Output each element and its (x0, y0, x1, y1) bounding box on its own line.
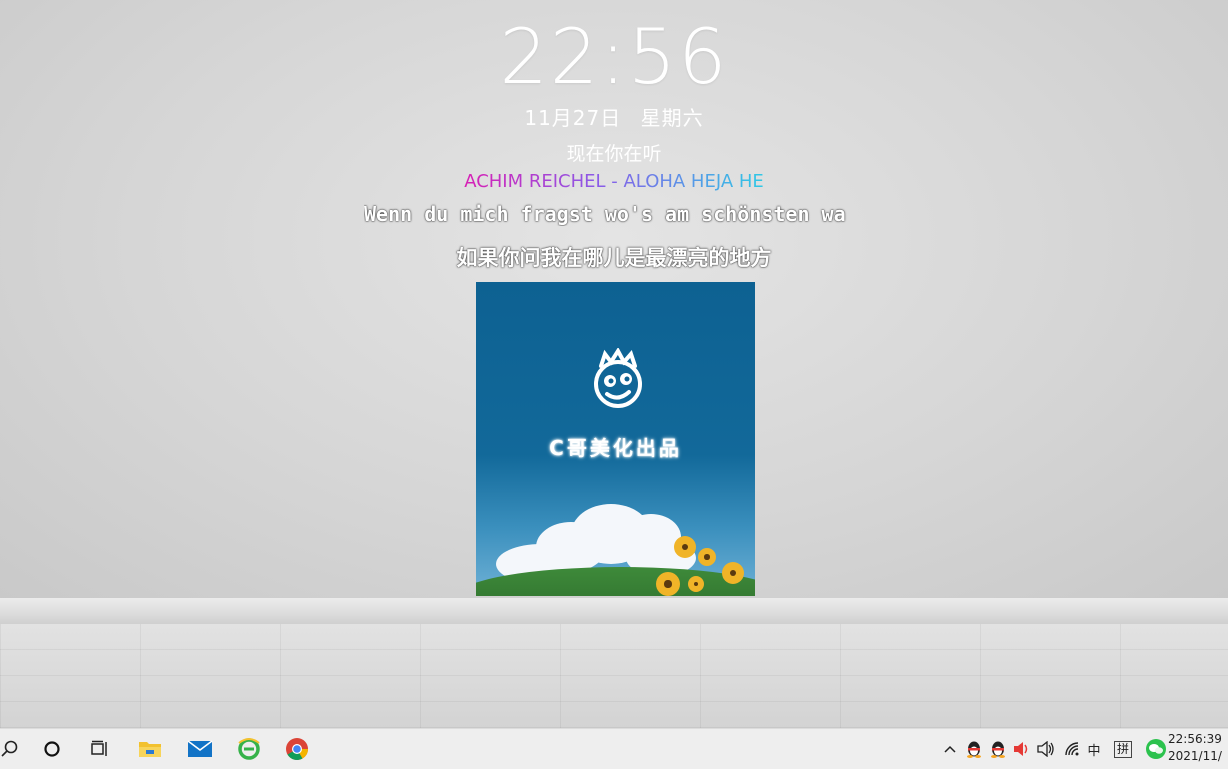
qq-penguin-icon (991, 741, 1005, 758)
file-explorer-button[interactable] (126, 729, 174, 769)
task-view-icon (91, 740, 107, 756)
sunflower-shape (698, 548, 716, 566)
speaker-red-icon (1014, 742, 1028, 756)
sunflower-shape (722, 562, 744, 584)
task-view-button[interactable] (76, 729, 124, 769)
tray-network-button[interactable] (1062, 739, 1082, 759)
tray-wechat-button[interactable] (1144, 739, 1168, 759)
taskbar: 中 拼 22:56:39 2021/11/ (0, 728, 1228, 769)
baseboard (0, 598, 1228, 624)
lyric-line: Wenn du mich fragst wo's am schönsten wa (364, 202, 846, 226)
tray-clock-date: 2021/11/ (1168, 749, 1222, 763)
mail-button[interactable] (176, 729, 224, 769)
tray-overflow-button[interactable] (942, 739, 958, 759)
search-icon (1, 740, 18, 757)
ime-mode-text: 拼 (1113, 740, 1132, 758)
chevron-up-icon (944, 745, 956, 753)
cortana-icon (44, 741, 60, 757)
lockscreen-date: 11月27日 星期六 (0, 102, 1228, 131)
wifi-icon (1065, 742, 1079, 756)
ie-icon (238, 738, 260, 760)
tray-qq-button[interactable] (964, 739, 984, 759)
wechat-icon (1146, 739, 1166, 759)
tray-ime-language[interactable]: 中 (1084, 739, 1104, 759)
cortana-button[interactable] (28, 729, 76, 769)
album-cover[interactable]: C哥美化出品 (476, 282, 755, 596)
tray-audio-app-button[interactable] (1012, 739, 1032, 759)
now-playing-label: 现在你在听 (566, 143, 662, 165)
chrome-button[interactable] (273, 729, 321, 769)
weekday-text: 星期六 (640, 106, 704, 130)
chrome-icon (286, 738, 308, 760)
sunflower-shape (656, 572, 680, 596)
song-title: ACHIM REICHEL - ALOHA HEJA HE (0, 171, 1228, 192)
tray-qq-button[interactable] (988, 739, 1008, 759)
file-explorer-icon (139, 742, 161, 757)
qq-penguin-icon (967, 741, 981, 758)
song-title-text: ACHIM REICHEL - ALOHA HEJA HE (464, 171, 764, 192)
mail-icon (187, 740, 213, 757)
floor (0, 624, 1228, 728)
date-text: 11月27日 (524, 106, 622, 130)
tray-ime-mode[interactable]: 拼 (1112, 739, 1134, 759)
lockscreen-clock: 22:56 (499, 12, 729, 101)
brand-logo-icon (594, 348, 642, 408)
sunflower-shape (688, 576, 704, 592)
ie-button[interactable] (225, 729, 273, 769)
album-brand-text: C哥美化出品 (549, 436, 682, 460)
sunflower-shape (674, 536, 696, 558)
tray-volume-button[interactable] (1036, 739, 1056, 759)
lyric-translation: 如果你问我在哪儿是最漂亮的地方 (456, 246, 772, 270)
volume-icon (1037, 741, 1054, 757)
tray-clock-time: 22:56:39 (1168, 732, 1222, 746)
tray-clock[interactable]: 22:56:39 2021/11/ (1168, 731, 1228, 765)
